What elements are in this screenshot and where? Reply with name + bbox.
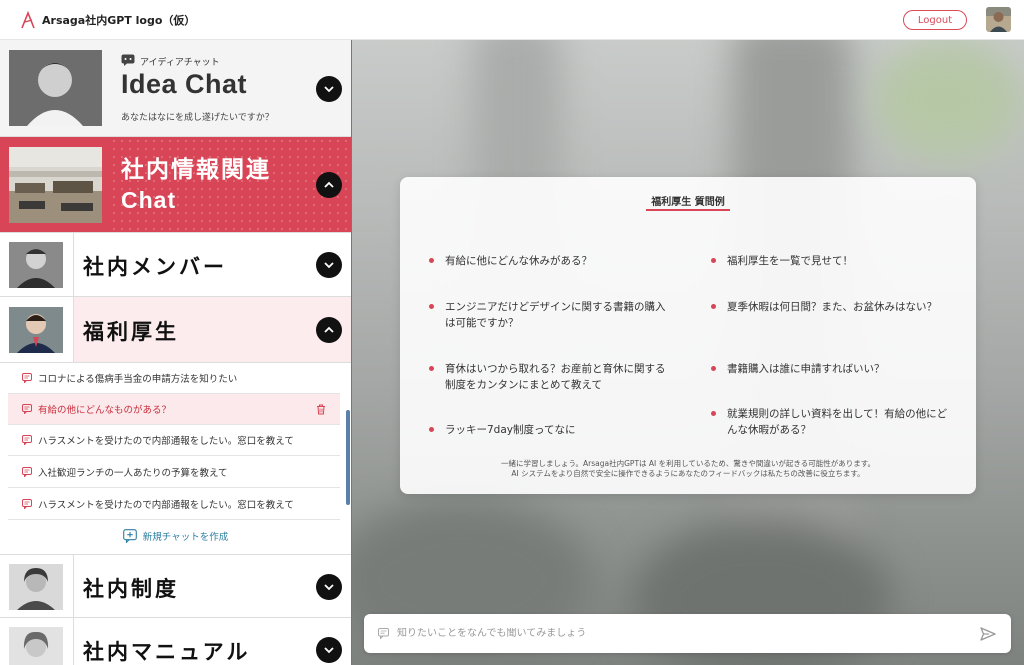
chat-history-label: 入社歓迎ランチの一人あたりの予算を教えて	[38, 468, 228, 479]
sidebar-scrollbar[interactable]	[346, 410, 350, 505]
new-chat-button[interactable]: 新規チャットを作成	[0, 518, 351, 553]
info-chat-title-line1: 社内情報関連	[121, 157, 271, 183]
chat-history-label: ハラスメントを受けたので内部通報をしたい。窓口を教えて	[38, 436, 294, 447]
example-question[interactable]: 書籍購入は誰に申請すればいい？	[711, 361, 957, 377]
chat-input-bar	[364, 614, 1011, 653]
manual-label: 社内マニュアル	[83, 640, 251, 664]
sidebar-item-welfare[interactable]: 福利厚生	[0, 297, 351, 363]
divider	[73, 297, 74, 363]
divider	[73, 233, 74, 297]
sidebar-section-info-chat[interactable]: 社内情報関連 Chat	[0, 137, 351, 233]
chat-history-item[interactable]: コロナによる傷病手当金の申請方法を知りたい	[8, 363, 340, 394]
info-chat-toggle-button[interactable]	[316, 172, 342, 198]
info-chat-title: 社内情報関連 Chat	[121, 155, 271, 215]
system-toggle-button[interactable]	[316, 574, 342, 600]
example-questions-card: 福利厚生 質問例 有給に他にどんな休みがある？ 福利厚生を一覧で見せて！ エンジ…	[400, 177, 976, 494]
example-question[interactable]: 福利厚生を一覧で見せて！	[711, 253, 957, 269]
chat-bubble-icon	[22, 373, 32, 383]
welfare-label: 福利厚生	[83, 320, 179, 344]
manual-toggle-button[interactable]	[316, 637, 342, 663]
sidebar-section-idea-chat[interactable]: アイディアチャット Idea Chat あなたはなにを成し遂げたいですか？	[0, 40, 351, 137]
example-card-title: 福利厚生 質問例	[651, 197, 725, 208]
chevron-down-icon	[324, 262, 334, 269]
welfare-thumbnail	[9, 307, 63, 353]
disclaimer-note: 一緒に学習しましょう。Arsaga社内GPTは AI を利用しているため、驚きや…	[400, 459, 976, 479]
chat-bubble-icon	[22, 435, 32, 445]
sidebar-item-system[interactable]: 社内制度	[0, 554, 351, 619]
chat-bubble-icon	[22, 404, 32, 414]
chat-history-item-active[interactable]: 有給の他にどんなものがある？	[8, 394, 340, 425]
chat-input[interactable]	[397, 628, 957, 639]
user-avatar[interactable]	[986, 7, 1011, 32]
chevron-up-icon	[324, 181, 334, 188]
disclaimer-line2: AI システムをより自然で安全に操作できるようにあなたのフィードバックは私たちの…	[511, 469, 865, 478]
example-question[interactable]: 育休はいつから取れる？お産前と育休に関する制度をカンタンにまとめて教えて	[429, 361, 675, 393]
example-question[interactable]: 就業規則の詳しい資料を出して！有給の他にどんな休暇がある？	[711, 406, 957, 438]
divider	[73, 618, 74, 665]
logout-button[interactable]: Logout	[903, 10, 967, 30]
chat-bubble-icon	[378, 628, 389, 639]
system-thumbnail	[9, 564, 63, 610]
app-header: Arsaga社内GPT logo（仮） Logout	[0, 0, 1024, 40]
example-question[interactable]: ラッキー7day制度ってなに	[429, 422, 675, 438]
chat-bubble-icon	[121, 54, 135, 66]
chevron-down-icon	[324, 647, 334, 654]
manual-thumbnail	[9, 627, 63, 665]
chat-history-item[interactable]: ハラスメントを受けたので内部通報をしたい。窓口を教えて	[8, 425, 340, 456]
title-underline	[646, 209, 730, 211]
divider	[73, 555, 74, 619]
logo-icon	[21, 11, 35, 29]
idea-chat-subtitle: アイディアチャット	[140, 58, 220, 68]
example-question[interactable]: 夏季休暇は何日間？また、お盆休みはない？	[711, 299, 947, 315]
chat-history-item[interactable]: 入社歓迎ランチの一人あたりの予算を教えて	[8, 457, 340, 488]
new-chat-icon	[122, 528, 137, 543]
chevron-up-icon	[324, 326, 334, 333]
info-chat-thumbnail	[9, 147, 102, 223]
member-thumbnail	[9, 242, 63, 288]
idea-chat-title: Idea Chat	[121, 69, 248, 99]
chat-bubble-icon	[22, 467, 32, 477]
chat-history-label: ハラスメントを受けたので内部通報をしたい。窓口を教えて	[38, 500, 294, 511]
idea-chat-toggle-button[interactable]	[316, 76, 342, 102]
sidebar-item-member[interactable]: 社内メンバー	[0, 233, 351, 297]
system-label: 社内制度	[83, 577, 179, 601]
chat-bubble-icon	[22, 499, 32, 509]
user-avatar-icon	[986, 7, 1011, 32]
sidebar-item-manual[interactable]: 社内マニュアル	[0, 618, 351, 665]
new-chat-label: 新規チャットを作成	[142, 531, 229, 543]
disclaimer-line1: 一緒に学習しましょう。Arsaga社内GPTは AI を利用しているため、驚きや…	[500, 459, 876, 468]
chat-history-item[interactable]: ハラスメントを受けたので内部通報をしたい。窓口を教えて	[8, 489, 340, 520]
bg-plant	[872, 40, 1022, 160]
send-icon[interactable]	[979, 625, 997, 643]
trash-icon[interactable]	[316, 404, 326, 415]
idea-chat-thumbnail	[9, 50, 102, 126]
example-question[interactable]: 有給に他にどんな休みがある？	[429, 253, 675, 269]
welfare-toggle-button[interactable]	[316, 317, 342, 343]
sidebar: アイディアチャット Idea Chat あなたはなにを成し遂げたいですか？ 社内…	[0, 40, 352, 665]
app-logo-text: Arsaga社内GPT logo（仮）	[42, 14, 196, 27]
chevron-down-icon	[324, 86, 334, 93]
member-label: 社内メンバー	[83, 255, 227, 279]
chat-history-label: コロナによる傷病手当金の申請方法を知りたい	[38, 374, 238, 385]
info-chat-title-line2: Chat	[121, 187, 177, 213]
chat-history-label: 有給の他にどんなものがある？	[38, 405, 172, 416]
chevron-down-icon	[324, 584, 334, 591]
idea-chat-description: あなたはなにを成し遂げたいですか？	[121, 113, 274, 123]
member-toggle-button[interactable]	[316, 252, 342, 278]
example-question[interactable]: エンジニアだけどデザインに関する書籍の購入は可能ですか？	[429, 299, 675, 331]
